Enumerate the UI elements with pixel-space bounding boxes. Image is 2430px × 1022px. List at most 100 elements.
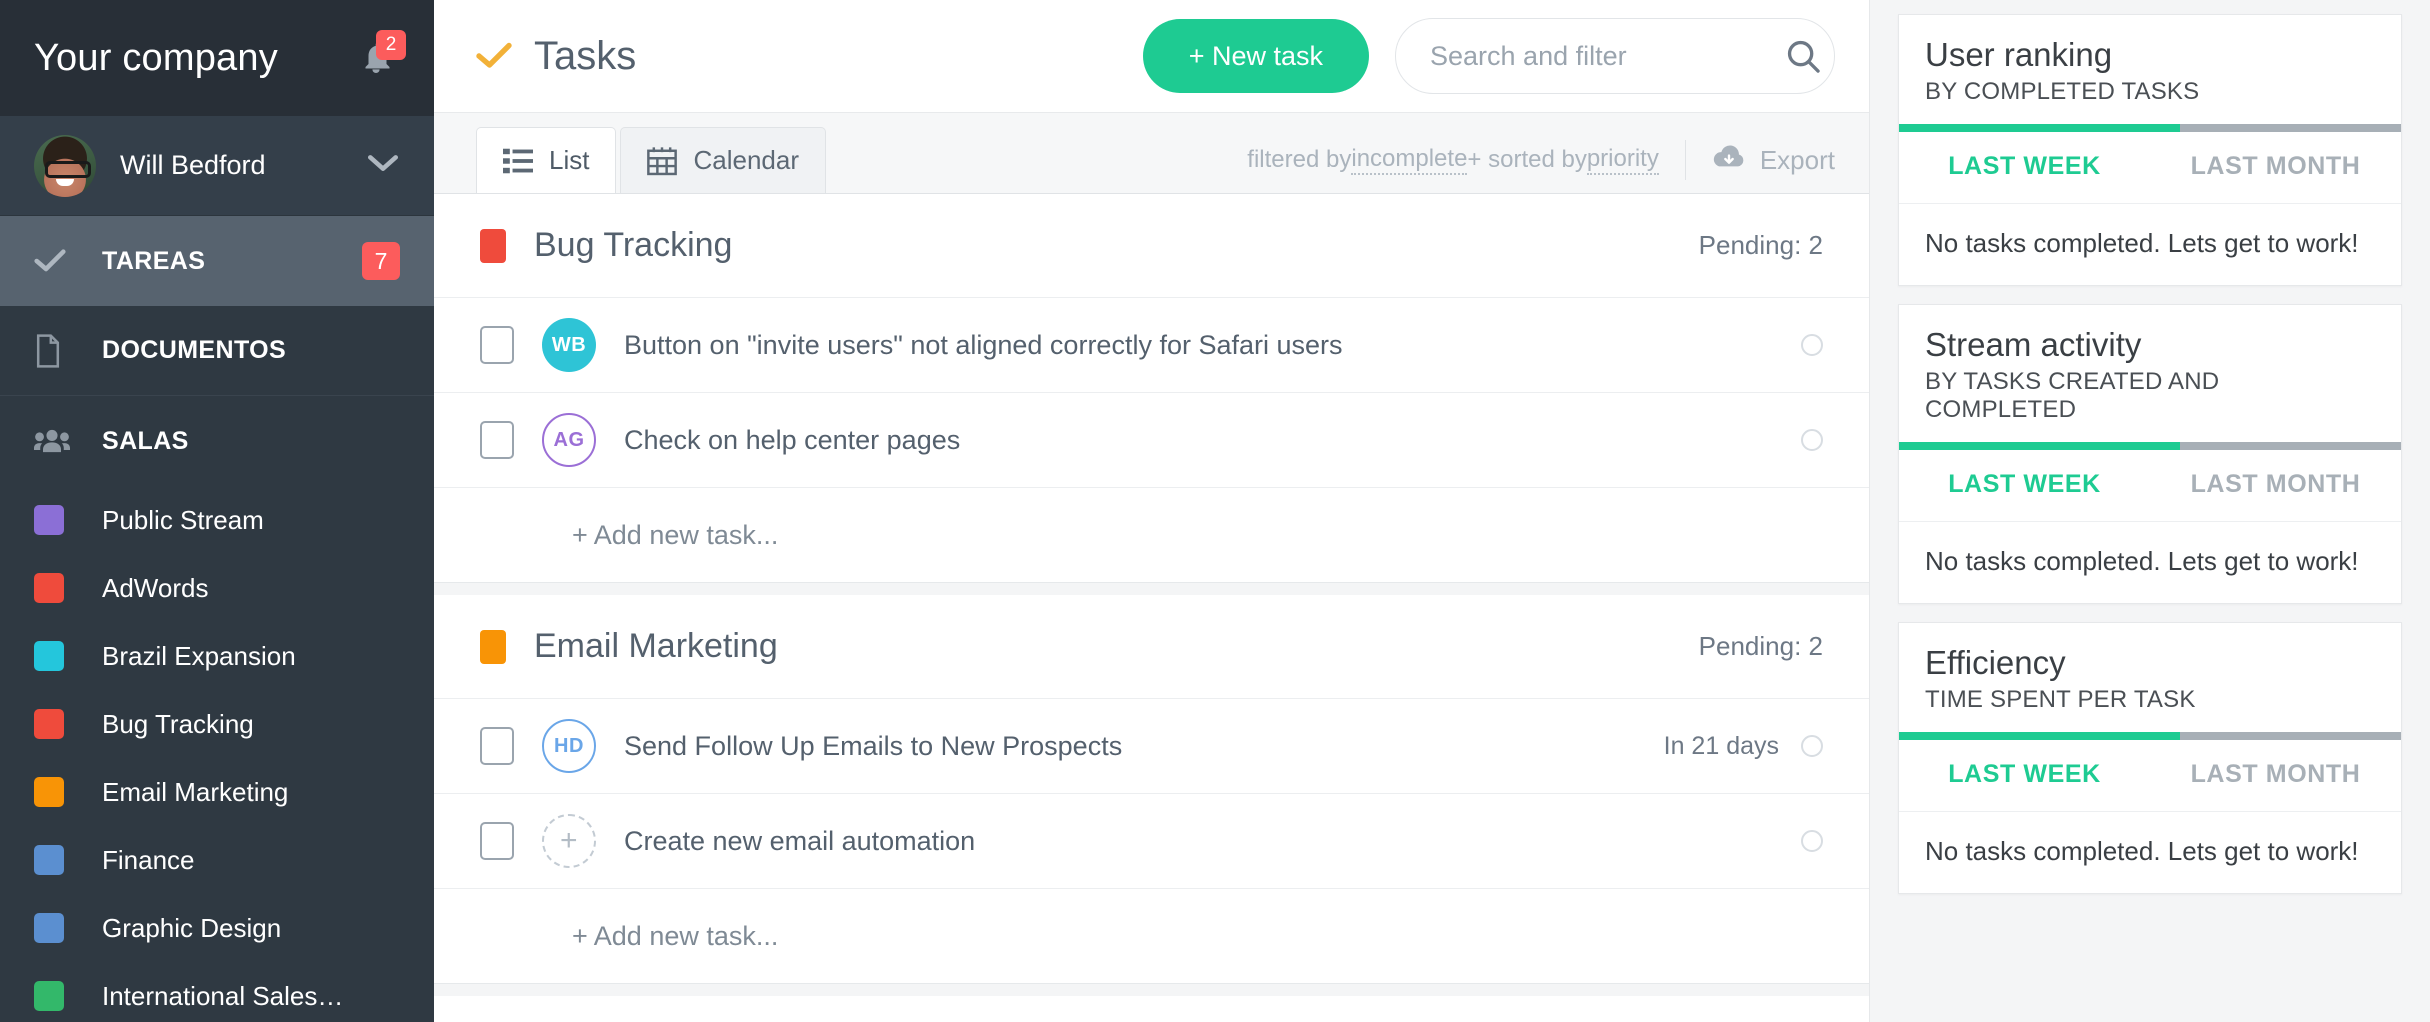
chevron-down-icon[interactable]	[366, 152, 400, 179]
widget-tabs: LAST WEEK LAST MONTH	[1899, 450, 2401, 522]
room-color-swatch	[34, 981, 64, 1011]
add-new-task-row[interactable]: + Add new task...	[434, 889, 1869, 984]
priority-ring-icon[interactable]	[1801, 334, 1823, 356]
room-color-swatch	[34, 573, 64, 603]
task-checkbox[interactable]	[480, 421, 514, 459]
cloud-download-icon	[1712, 144, 1746, 177]
sidebar-user[interactable]: Will Bedford	[0, 116, 434, 216]
assignee-avatar[interactable]: AG	[542, 413, 596, 467]
sidebar-room-graphic-design[interactable]: Graphic Design	[0, 894, 434, 962]
search-box[interactable]	[1395, 18, 1835, 94]
group-color-swatch	[480, 629, 506, 664]
assign-user-button[interactable]: +	[542, 814, 596, 868]
sidebar-item-documentos[interactable]: DOCUMENTOS	[0, 306, 434, 396]
task-checkbox[interactable]	[480, 326, 514, 364]
calendar-icon	[647, 146, 678, 176]
tab-calendar[interactable]: Calendar	[620, 127, 826, 193]
table-row[interactable]: AG Check on help center pages	[434, 393, 1869, 488]
sidebar-room-international-sales[interactable]: International Sales…	[0, 962, 434, 1022]
sidebar-item-salas[interactable]: SALAS	[0, 396, 434, 486]
group-name: Email Marketing	[534, 627, 778, 665]
main-content: Tasks + New task Search and filter List …	[434, 0, 1870, 1022]
app-root: Your company 2 Will Bedford TAREAS 7 DOC…	[0, 0, 2430, 1022]
group-divider	[434, 583, 1869, 595]
table-row[interactable]: HD Send Follow Up Emails to New Prospect…	[434, 699, 1869, 794]
group-header-bug-tracking[interactable]: Bug Tracking Pending: 2	[434, 194, 1869, 298]
task-due-date: In 21 days	[1663, 731, 1779, 760]
assignee-avatar[interactable]: WB	[542, 318, 596, 372]
tab-list[interactable]: List	[476, 127, 617, 193]
group-header-email-marketing[interactable]: Email Marketing Pending: 2	[434, 595, 1869, 699]
priority-ring-icon[interactable]	[1801, 830, 1823, 852]
room-label: Brazil Expansion	[102, 640, 296, 671]
widget-stream-activity: Stream activity BY TASKS CREATED AND COM…	[1898, 303, 2402, 604]
sidebar-item-label: TAREAS	[102, 246, 206, 275]
view-tabs-bar: List Calendar filtered by incomplete + s…	[434, 112, 1869, 194]
tab-last-month[interactable]: LAST MONTH	[2150, 740, 2401, 811]
tab-last-week[interactable]: LAST WEEK	[1899, 740, 2150, 811]
task-title: Send Follow Up Emails to New Prospects	[624, 730, 1123, 761]
tab-last-month[interactable]: LAST MONTH	[2150, 450, 2401, 521]
task-checkbox[interactable]	[480, 822, 514, 860]
new-task-button[interactable]: + New task	[1142, 19, 1369, 93]
check-icon	[34, 248, 74, 274]
task-checkbox[interactable]	[480, 727, 514, 765]
assignee-avatar[interactable]: HD	[542, 719, 596, 773]
sidebar-room-public-stream[interactable]: Public Stream	[0, 486, 434, 554]
task-title: Button on "invite users" not aligned cor…	[624, 329, 1343, 360]
room-color-swatch	[34, 913, 64, 943]
export-button[interactable]: Export	[1712, 144, 1835, 177]
search-input[interactable]	[1430, 40, 1784, 72]
room-label: AdWords	[102, 572, 209, 603]
search-icon[interactable]	[1784, 37, 1822, 75]
divider	[1684, 140, 1686, 180]
widget-subtitle: TIME SPENT PER TASK	[1925, 685, 2196, 713]
sidebar-room-email-marketing[interactable]: Email Marketing	[0, 758, 434, 826]
priority-ring-icon[interactable]	[1801, 429, 1823, 451]
filter-middle: + sorted by	[1467, 146, 1587, 173]
sidebar-brand: Your company 2	[0, 0, 434, 116]
add-new-task-row[interactable]: + Add new task...	[434, 488, 1869, 583]
widget-title: Efficiency	[1925, 643, 2066, 681]
table-row[interactable]: WB Button on "invite users" not aligned …	[434, 298, 1869, 393]
tab-last-month[interactable]: LAST MONTH	[2150, 132, 2401, 203]
room-label: Email Marketing	[102, 776, 289, 807]
tab-label: List	[549, 145, 590, 175]
room-color-swatch	[34, 709, 64, 739]
people-icon	[34, 427, 74, 455]
export-label: Export	[1759, 144, 1835, 175]
notifications-button[interactable]: 2	[352, 30, 406, 84]
task-title: Check on help center pages	[624, 424, 961, 455]
tareas-badge: 7	[362, 242, 400, 280]
progress-bar	[1899, 441, 2401, 450]
room-color-swatch	[34, 641, 64, 671]
filter-incomplete-link[interactable]: incomplete	[1351, 145, 1468, 175]
tab-label: Calendar	[693, 145, 799, 175]
avatar	[34, 134, 96, 197]
room-label: Bug Tracking	[102, 708, 254, 739]
tab-last-week[interactable]: LAST WEEK	[1899, 132, 2150, 203]
priority-ring-icon[interactable]	[1801, 735, 1823, 757]
insights-panel: User ranking BY COMPLETED TASKS LAST WEE…	[1870, 0, 2430, 1022]
topbar-actions: + New task	[1142, 18, 1869, 94]
widget-tabs: LAST WEEK LAST MONTH	[1899, 132, 2401, 204]
task-title: Create new email automation	[624, 825, 976, 856]
sidebar-room-bug-tracking[interactable]: Bug Tracking	[0, 690, 434, 758]
sidebar-room-finance[interactable]: Finance	[0, 826, 434, 894]
sidebar-item-tareas[interactable]: TAREAS 7	[0, 216, 434, 306]
company-name: Your company	[34, 36, 278, 79]
table-row[interactable]: + Create new email automation	[434, 794, 1869, 889]
task-meta	[1801, 429, 1823, 451]
tab-last-week[interactable]: LAST WEEK	[1899, 450, 2150, 521]
sort-priority-link[interactable]: priority	[1586, 145, 1659, 175]
sidebar-room-adwords[interactable]: AdWords	[0, 554, 434, 622]
group-color-swatch	[480, 228, 506, 263]
sidebar-nav: TAREAS 7 DOCUMENTOS SALAS Public Stream …	[0, 216, 434, 1022]
widget-header: Stream activity BY TASKS CREATED AND COM…	[1899, 305, 2401, 442]
list-icon	[503, 148, 533, 174]
widget-empty-message: No tasks completed. Lets get to work!	[1925, 835, 2359, 866]
page-title: Tasks	[534, 33, 637, 78]
room-color-swatch	[34, 845, 64, 875]
sidebar-room-brazil-expansion[interactable]: Brazil Expansion	[0, 622, 434, 690]
widget-efficiency: Efficiency TIME SPENT PER TASK LAST WEEK…	[1898, 621, 2402, 894]
